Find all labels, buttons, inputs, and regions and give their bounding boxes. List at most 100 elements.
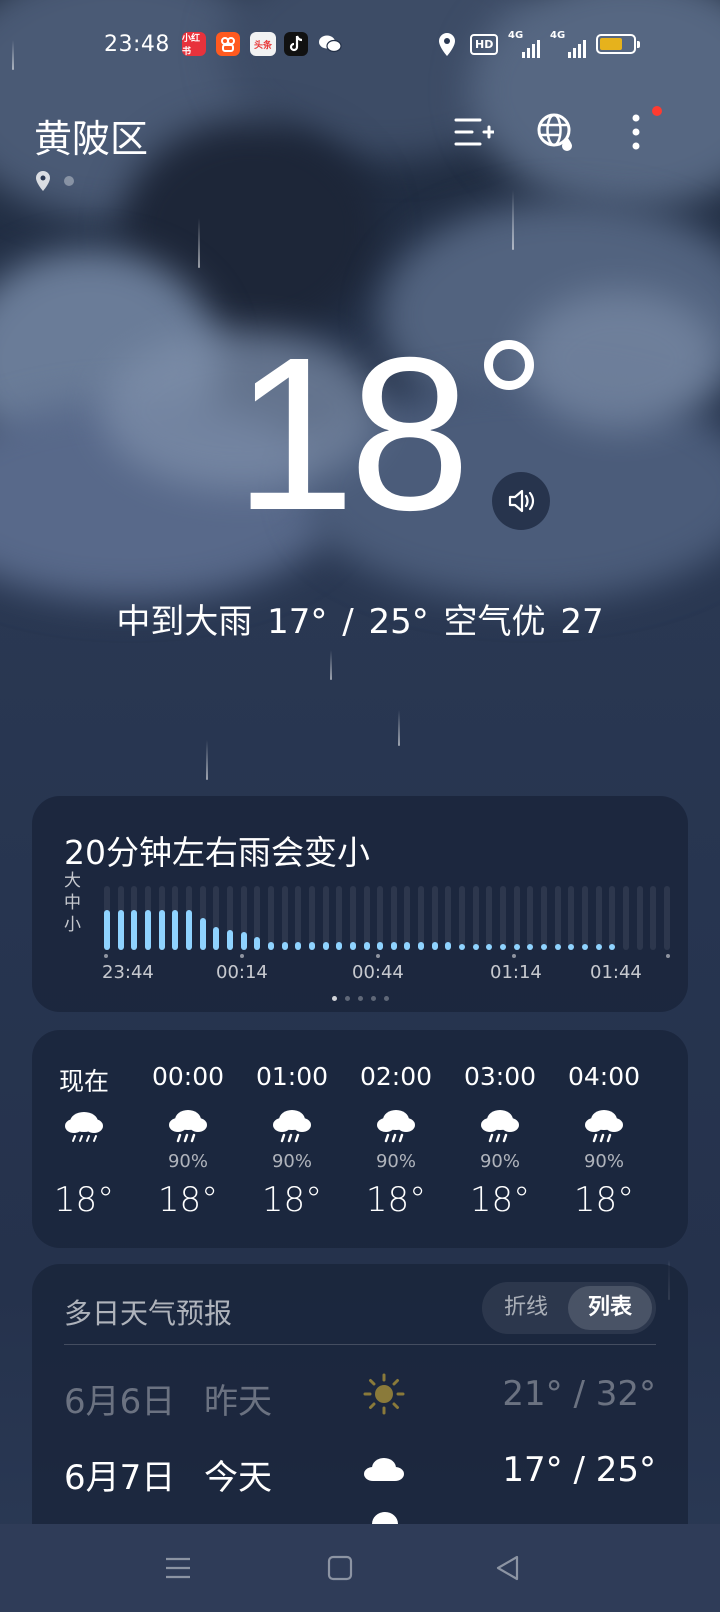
precip-bar bbox=[609, 944, 616, 950]
more-vertical-icon bbox=[632, 114, 640, 150]
daily-forecast-card[interactable]: 多日天气预报 折线 列表 6月6日 昨天 21° / 32° 6月7日 今天 1… bbox=[32, 1264, 688, 1524]
rain-cloud-icon bbox=[65, 1112, 103, 1142]
precip-bar-track bbox=[390, 886, 397, 950]
back-button[interactable] bbox=[486, 1546, 530, 1590]
precip-bar bbox=[431, 942, 438, 950]
precip-probability: 90% bbox=[271, 1151, 312, 1172]
precip-bar-track bbox=[431, 886, 438, 950]
douyin-icon bbox=[284, 32, 308, 56]
precip-bar bbox=[363, 942, 370, 950]
precip-bar bbox=[213, 926, 220, 950]
hour-temp: 18° bbox=[469, 1180, 531, 1220]
precip-bar-track bbox=[281, 886, 288, 950]
day-date: 6月6日 bbox=[64, 1382, 176, 1422]
speaker-icon bbox=[508, 489, 535, 513]
toggle-line-option[interactable]: 折线 bbox=[482, 1282, 570, 1334]
rain-drop bbox=[330, 650, 332, 680]
precip-bar bbox=[117, 910, 124, 950]
precip-bar-track bbox=[418, 886, 425, 950]
precip-bar-track bbox=[336, 886, 343, 950]
status-time: 23:48 bbox=[104, 32, 170, 57]
timeline-tick: 01:44 bbox=[590, 962, 642, 983]
precip-bar-track bbox=[513, 886, 520, 950]
day-label: 今天 bbox=[204, 1458, 272, 1498]
hourly-item[interactable]: 00:00 90% 18° bbox=[136, 1030, 240, 1248]
rain-cloud-icon bbox=[481, 1110, 519, 1143]
home-square-icon bbox=[327, 1555, 353, 1581]
pager-dot bbox=[383, 996, 389, 1001]
precip-bar-track bbox=[582, 886, 589, 950]
precip-probability: 90% bbox=[167, 1151, 208, 1172]
precip-bar-track bbox=[568, 886, 575, 950]
precip-bar-track bbox=[459, 886, 466, 950]
view-toggle[interactable]: 折线 列表 bbox=[482, 1282, 656, 1334]
precip-bar bbox=[158, 910, 165, 950]
precip-bar bbox=[390, 942, 397, 950]
precip-probability: 90% bbox=[583, 1151, 624, 1172]
kuaishou-icon bbox=[216, 32, 240, 56]
voice-broadcast-button[interactable] bbox=[492, 472, 550, 530]
recents-button[interactable] bbox=[156, 1546, 200, 1590]
day-label: 昨天 bbox=[204, 1382, 272, 1422]
precip-bar-track bbox=[295, 886, 302, 950]
precipitation-forecast-title: 20分钟左右雨会变小 bbox=[64, 833, 370, 872]
precip-bar bbox=[554, 944, 561, 950]
rain-drop bbox=[198, 218, 200, 268]
pager-dot bbox=[344, 996, 350, 1001]
hour-label: 04:00 bbox=[567, 1062, 641, 1091]
hourly-forecast-card[interactable]: 现在 18° 00:00 90% 18° 01:00 90% 18° 02:00… bbox=[32, 1030, 688, 1248]
card-pager[interactable] bbox=[32, 996, 688, 1001]
hourly-item[interactable]: 04:00 90% 18° bbox=[552, 1030, 656, 1248]
hourly-item[interactable]: 02:00 90% 18° bbox=[344, 1030, 448, 1248]
precip-bar bbox=[267, 942, 274, 950]
rain-cloud-icon bbox=[585, 1110, 623, 1143]
pager-dot bbox=[357, 996, 363, 1001]
precip-bar-track bbox=[472, 886, 479, 950]
precip-bar bbox=[486, 944, 493, 950]
precip-bar bbox=[336, 942, 343, 950]
weather-summary: 中到大雨 17° / 25° 空气优 27 bbox=[116, 602, 604, 642]
hour-label: 00:00 bbox=[151, 1062, 225, 1091]
precip-bar-track bbox=[623, 886, 630, 950]
toutiao-icon: 头条 bbox=[250, 32, 276, 56]
signal-2: 4G bbox=[550, 30, 586, 58]
hourly-item[interactable]: 03:00 90% 18° bbox=[448, 1030, 552, 1248]
precip-bar bbox=[226, 929, 233, 950]
location-title[interactable]: 黄陂区 bbox=[34, 108, 148, 163]
daily-row[interactable]: 6月7日 今天 17° / 25° bbox=[32, 1440, 688, 1500]
global-weather-button[interactable] bbox=[534, 110, 578, 154]
timeline-axis bbox=[104, 954, 670, 958]
precip-bar-track bbox=[486, 886, 493, 950]
precip-bar bbox=[500, 944, 507, 950]
degree-symbol bbox=[484, 340, 534, 390]
precip-bar bbox=[172, 910, 179, 950]
precip-bar-track bbox=[349, 886, 356, 950]
hour-temp: 18° bbox=[53, 1180, 115, 1220]
precip-bar-track bbox=[636, 886, 643, 950]
rain-cloud-icon bbox=[377, 1110, 415, 1143]
minute-precipitation-card[interactable]: 20分钟左右雨会变小 大 中 小 23:44 00:14 00:44 01:14… bbox=[32, 796, 688, 1012]
signal-1: 4G bbox=[508, 30, 540, 58]
precip-bar-track bbox=[664, 886, 670, 950]
add-city-button[interactable] bbox=[452, 110, 496, 154]
daily-row[interactable]: 6月6日 昨天 21° / 32° bbox=[32, 1364, 688, 1424]
globe-icon bbox=[537, 113, 572, 151]
more-menu-button[interactable] bbox=[614, 110, 658, 154]
precip-bar-track bbox=[363, 886, 370, 950]
hourly-item[interactable]: 01:00 90% 18° bbox=[240, 1030, 344, 1248]
hourly-item[interactable]: 现在 18° bbox=[32, 1030, 136, 1248]
precip-bar-track bbox=[267, 886, 274, 950]
precip-bar bbox=[281, 942, 288, 950]
timeline-tick: 23:44 bbox=[102, 962, 154, 983]
precip-bar bbox=[404, 942, 411, 950]
precip-bar bbox=[595, 944, 602, 950]
partial-weather-icon bbox=[372, 1512, 398, 1524]
precip-bar bbox=[185, 910, 192, 950]
precip-bar bbox=[568, 944, 575, 950]
toggle-list-option[interactable]: 列表 bbox=[568, 1286, 652, 1330]
precip-bar-track bbox=[650, 886, 657, 950]
precip-bar-track bbox=[541, 886, 548, 950]
hour-label: 03:00 bbox=[463, 1062, 537, 1091]
precip-bar-track bbox=[445, 886, 452, 950]
home-button[interactable] bbox=[318, 1546, 362, 1590]
